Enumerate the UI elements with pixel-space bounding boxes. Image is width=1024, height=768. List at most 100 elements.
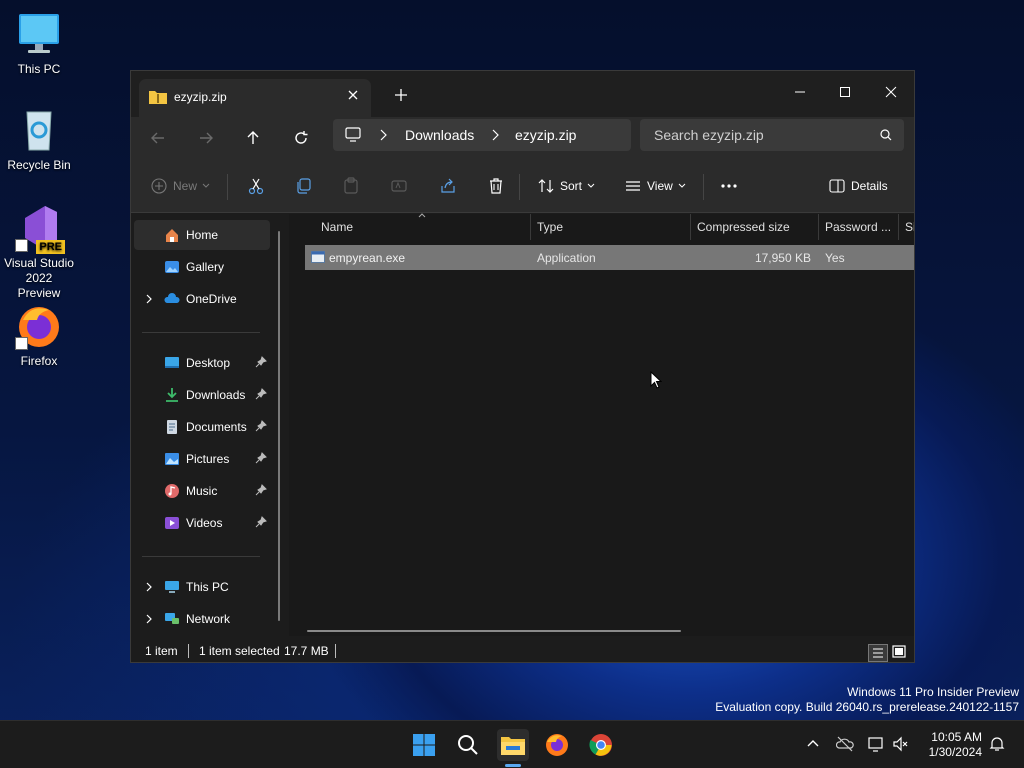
pin-icon[interactable] [255, 516, 267, 528]
chevron-right-icon[interactable] [145, 614, 153, 624]
trash-icon [490, 178, 502, 194]
rename-button[interactable] [390, 176, 408, 196]
onedrive-offline-icon[interactable] [836, 735, 854, 753]
system-clock[interactable]: 10:05 AM 1/30/2024 [912, 730, 982, 760]
monitor-icon[interactable] [345, 127, 361, 142]
close-tab-icon[interactable] [345, 87, 361, 103]
start-icon[interactable] [408, 729, 440, 761]
back-arrow-icon[interactable] [147, 127, 169, 149]
close-window-icon[interactable] [868, 77, 914, 107]
nav-item-network[interactable]: Network [134, 604, 270, 634]
view-button[interactable]: View [625, 176, 687, 196]
column-divider[interactable] [530, 214, 531, 240]
sort-ascending-icon [418, 212, 426, 218]
chevron-up-icon[interactable] [804, 735, 822, 753]
nav-item-this-pc[interactable]: This PC [134, 572, 270, 602]
cut-button[interactable] [247, 176, 265, 196]
chevron-right-icon[interactable] [379, 129, 387, 141]
column-divider[interactable] [818, 214, 819, 240]
nav-item-videos[interactable]: Videos [134, 508, 270, 538]
chevron-right-icon[interactable] [491, 129, 499, 141]
nav-label: Videos [186, 516, 223, 530]
nav-scrollbar[interactable] [278, 231, 280, 621]
nav-item-onedrive[interactable]: OneDrive [134, 284, 270, 314]
nav-label: Network [186, 612, 231, 626]
minimize-icon[interactable] [777, 77, 823, 107]
desktop-icon-visual-studio[interactable]: PRE Visual Studio 2022 Preview [4, 204, 74, 301]
column-header-type[interactable]: Type [537, 220, 563, 234]
volume-muted-icon[interactable] [892, 735, 910, 753]
pin-icon[interactable] [255, 452, 267, 464]
nav-item-downloads[interactable]: Downloads [134, 380, 270, 410]
chevron-right-icon[interactable] [145, 582, 153, 592]
sort-button[interactable]: Sort [538, 176, 596, 196]
chevron-right-icon[interactable] [145, 294, 153, 304]
nav-item-documents[interactable]: Documents [134, 412, 270, 442]
details-pane-button[interactable]: Details [829, 176, 888, 196]
forward-arrow-icon[interactable] [195, 127, 217, 149]
share-button[interactable] [439, 176, 457, 196]
recycle-bin-icon [15, 106, 63, 154]
firefox-icon[interactable] [541, 729, 573, 761]
more-options-button[interactable] [720, 176, 738, 196]
shortcut-arrow-icon [15, 337, 28, 350]
breadcrumb[interactable]: Downloads ezyzip.zip [333, 119, 631, 151]
desktop-icon-firefox[interactable]: Firefox [4, 302, 74, 369]
maximize-icon[interactable] [822, 77, 868, 107]
pin-icon[interactable] [255, 484, 267, 496]
details-view-icon[interactable] [868, 644, 888, 662]
new-button[interactable]: New [151, 176, 211, 196]
column-header-compressed-size[interactable]: Compressed size [697, 220, 790, 234]
nav-item-desktop[interactable]: Desktop [134, 348, 270, 378]
paste-button[interactable] [342, 176, 360, 196]
nav-label: Music [186, 484, 218, 498]
large-icons-view-icon[interactable] [890, 644, 910, 662]
tab-label: ezyzip.zip [174, 90, 227, 104]
up-arrow-icon[interactable] [242, 127, 264, 149]
nav-item-music[interactable]: Music [134, 476, 270, 506]
pin-icon[interactable] [255, 388, 267, 400]
pin-icon[interactable] [255, 356, 267, 368]
chrome-icon[interactable] [585, 729, 617, 761]
desktop-icon-this-pc[interactable]: This PC [4, 10, 74, 77]
clock-date: 1/30/2024 [928, 745, 982, 759]
title-bar[interactable]: ezyzip.zip [131, 71, 914, 117]
notification-bell-icon[interactable] [988, 735, 1006, 753]
column-header-size[interactable]: Si [905, 220, 914, 234]
desktop-icon-label: Visual Studio 2022 Preview [4, 256, 74, 300]
new-tab-icon[interactable] [393, 87, 409, 103]
breadcrumb-downloads[interactable]: Downloads [405, 127, 474, 143]
status-divider [188, 644, 189, 658]
horizontal-scrollbar[interactable] [307, 630, 681, 632]
column-header-password[interactable]: Password ... [825, 220, 891, 234]
nav-label: This PC [186, 580, 229, 594]
refresh-icon[interactable] [290, 127, 312, 149]
details-pane-icon [829, 179, 845, 193]
clock-time: 10:05 AM [931, 730, 982, 744]
column-divider[interactable] [898, 214, 899, 240]
documents-icon [164, 419, 180, 435]
file-compressed-size: 17,950 KB [754, 251, 811, 265]
firefox-icon [15, 302, 63, 350]
table-row[interactable]: empyrean.exe Application 17,950 KB Yes [305, 245, 914, 270]
desktop-icon-recycle-bin[interactable]: Recycle Bin [4, 106, 74, 173]
nav-label: Downloads [186, 388, 246, 402]
search-icon[interactable] [452, 729, 484, 761]
tab-ezyzip[interactable]: ezyzip.zip [139, 79, 371, 117]
nav-item-pictures[interactable]: Pictures [134, 444, 270, 474]
nav-item-gallery[interactable]: Gallery [134, 252, 270, 282]
file-explorer-icon[interactable] [497, 729, 529, 761]
rename-icon [391, 180, 407, 192]
breadcrumb-ezyzip[interactable]: ezyzip.zip [515, 127, 576, 143]
copy-button[interactable] [295, 176, 313, 196]
column-divider[interactable] [690, 214, 691, 240]
desktop-folder-icon [164, 355, 180, 371]
scissors-icon [248, 178, 264, 195]
paste-icon [344, 177, 358, 194]
delete-button[interactable] [487, 176, 505, 196]
search-input[interactable]: Search ezyzip.zip [640, 119, 904, 151]
column-header-name[interactable]: Name [321, 220, 353, 234]
pin-icon[interactable] [255, 420, 267, 432]
nav-item-home[interactable]: Home [134, 220, 270, 250]
network-status-icon[interactable] [868, 735, 886, 753]
